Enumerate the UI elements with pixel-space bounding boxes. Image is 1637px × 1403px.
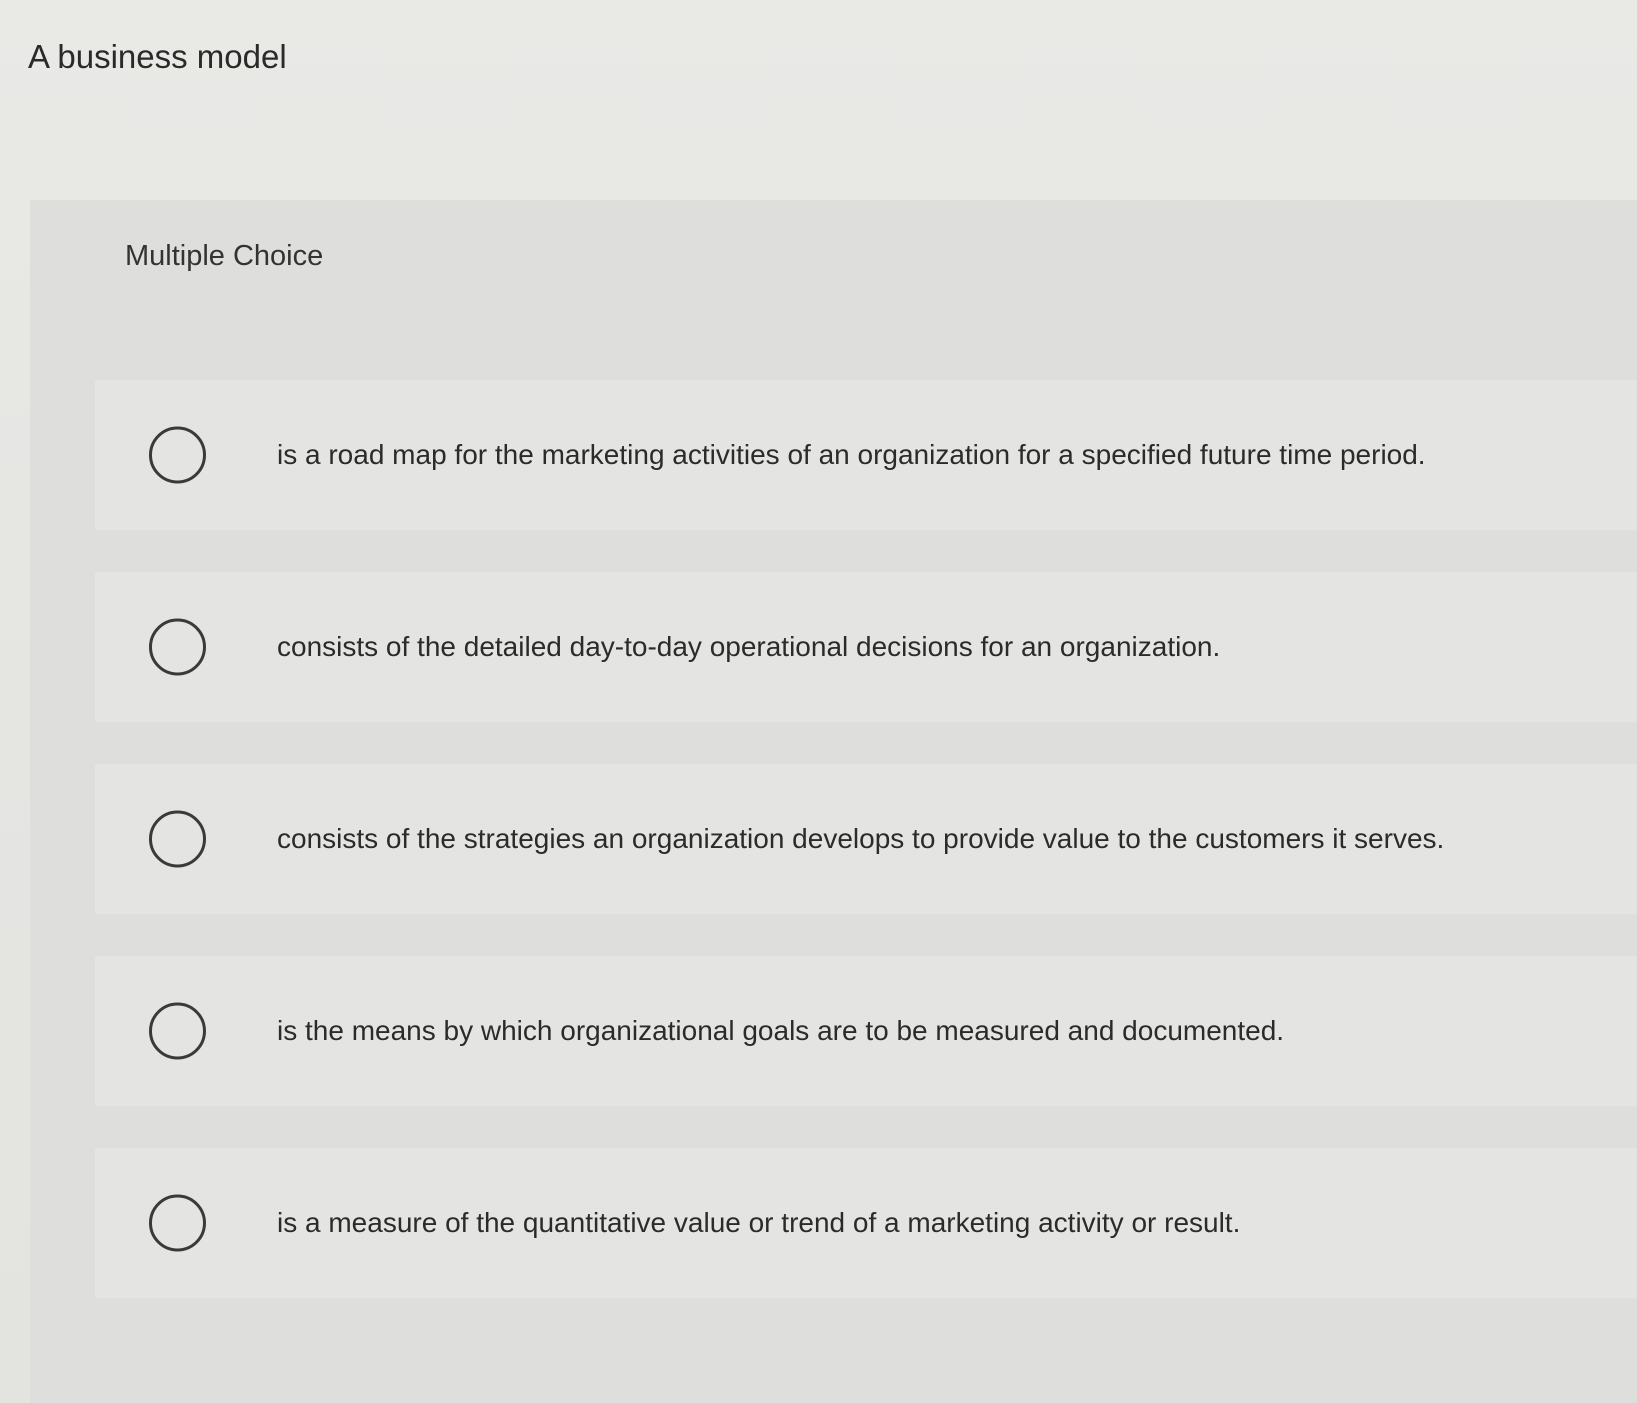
radio-button-icon[interactable] <box>149 1002 206 1060</box>
choice-text: consists of the strategies an organizati… <box>277 823 1445 854</box>
choice-text: consists of the detailed day-to-day oper… <box>277 631 1221 662</box>
question-stem: A business model <box>28 38 287 75</box>
choice-option-4[interactable]: is the means by which organizational goa… <box>95 956 1637 1106</box>
choice-option-5[interactable]: is a measure of the quantitative value o… <box>95 1148 1637 1298</box>
radio-button-icon[interactable] <box>149 426 206 484</box>
choice-text: is the means by which organizational goa… <box>277 1015 1285 1046</box>
multiple-choice-panel: Multiple Choice is a road map for the ma… <box>30 200 1637 1403</box>
choice-text: is a measure of the quantitative value o… <box>277 1207 1241 1238</box>
radio-button-icon[interactable] <box>149 618 206 676</box>
radio-button-icon[interactable] <box>149 1194 206 1252</box>
choice-option-2[interactable]: consists of the detailed day-to-day oper… <box>95 572 1637 722</box>
radio-button-icon[interactable] <box>149 810 206 868</box>
choice-text: is a road map for the marketing activiti… <box>277 439 1426 470</box>
choice-option-3[interactable]: consists of the strategies an organizati… <box>95 764 1637 914</box>
choice-option-1[interactable]: is a road map for the marketing activiti… <box>95 380 1637 530</box>
multiple-choice-label: Multiple Choice <box>125 240 324 272</box>
